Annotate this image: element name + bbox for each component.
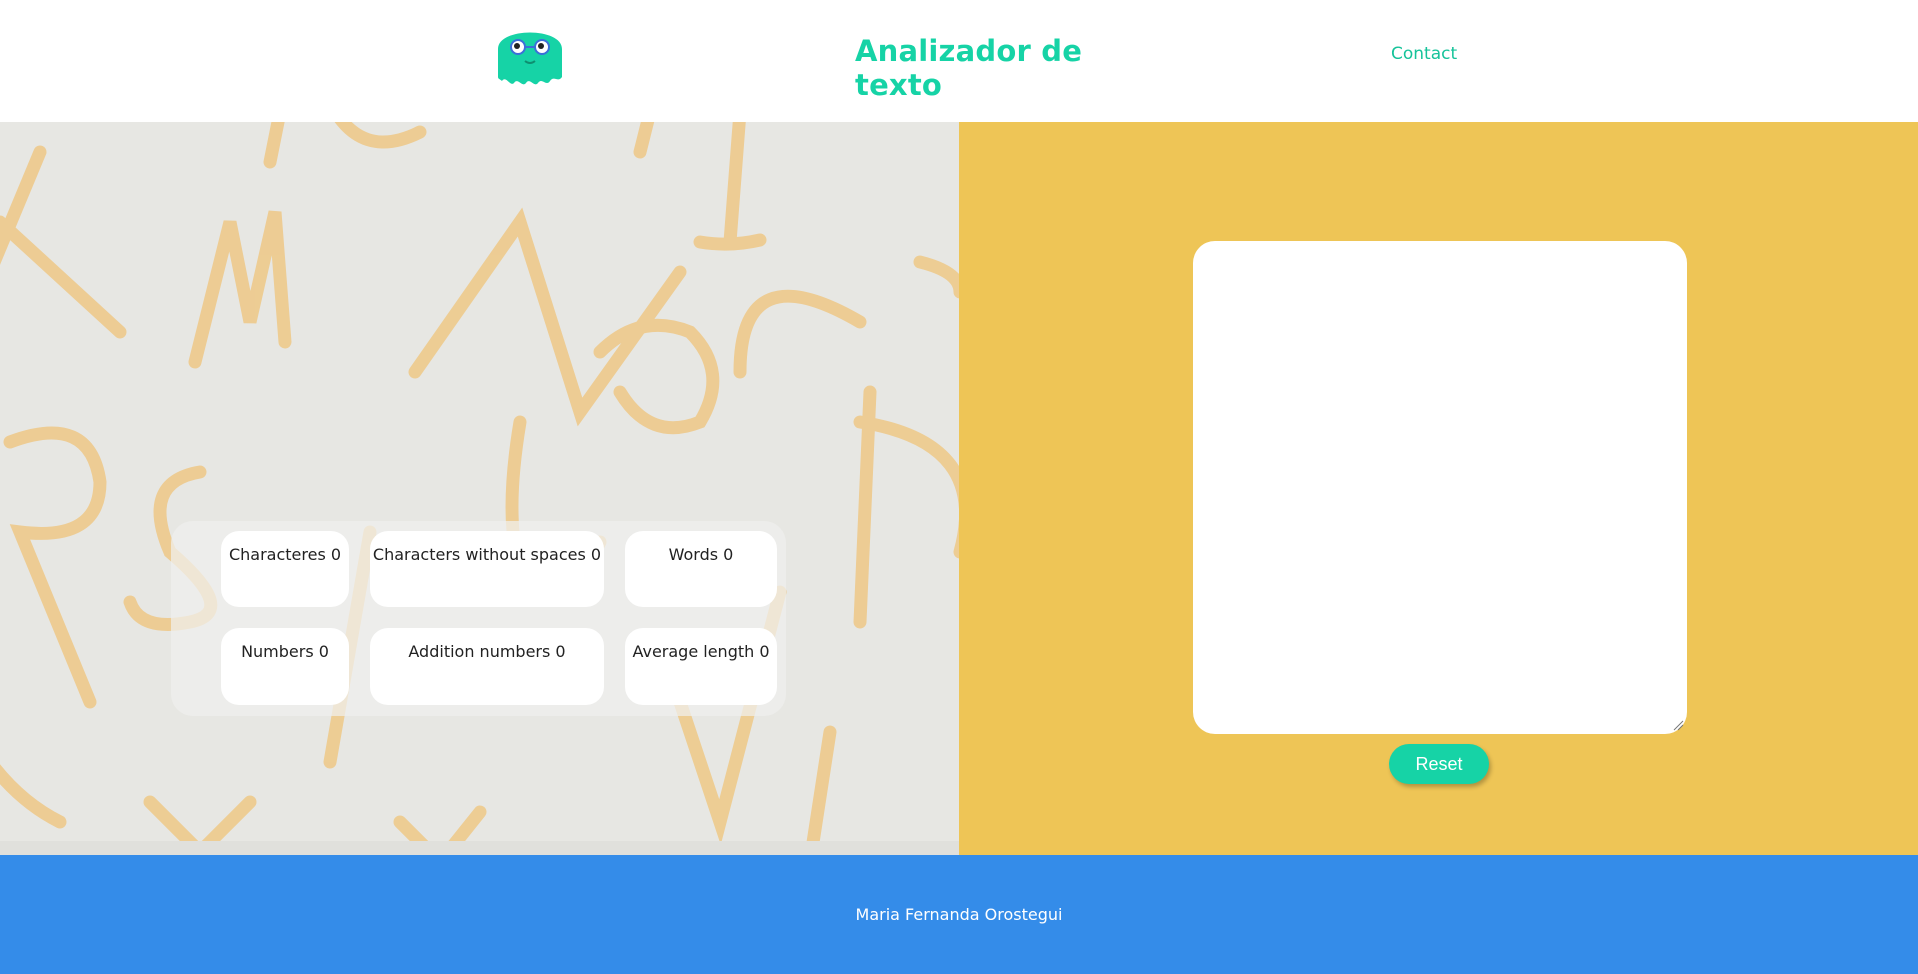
stats-panel: Characteres 0 Characters without spaces … <box>0 122 959 841</box>
footer: Maria Fernanda Orostegui <box>0 855 1918 974</box>
decorative-letters-background <box>0 122 959 841</box>
header: Analizador de texto Contact <box>0 0 1918 122</box>
stat-characters-without-spaces: Characters without spaces 0 <box>370 531 604 607</box>
stat-addition-numbers-label: Addition numbers 0 <box>408 642 566 661</box>
stat-words: Words 0 <box>625 531 777 607</box>
resize-grip-icon[interactable] <box>1672 719 1684 731</box>
stat-words-label: Words 0 <box>668 545 734 564</box>
app-title: Analizador de texto <box>855 34 1083 102</box>
stat-average-length: Average length 0 <box>625 628 777 705</box>
nav-contact-link[interactable]: Contact <box>1391 44 1457 64</box>
reset-button[interactable]: Reset <box>1389 744 1489 784</box>
text-input[interactable] <box>1193 241 1687 734</box>
stats-container: Characteres 0 Characters without spaces … <box>171 521 786 716</box>
stat-characters-without-spaces-label: Characters without spaces 0 <box>372 545 602 564</box>
stat-numbers-label: Numbers 0 <box>241 642 329 661</box>
logo-mascot-icon <box>498 32 562 85</box>
stat-characters: Characteres 0 <box>221 531 349 607</box>
footer-author: Maria Fernanda Orostegui <box>855 905 1063 924</box>
stat-average-length-label: Average length 0 <box>632 642 770 661</box>
editor-panel: Reset <box>959 122 1918 855</box>
stat-characters-label: Characteres 0 <box>228 545 342 564</box>
stat-addition-numbers: Addition numbers 0 <box>370 628 604 705</box>
stat-numbers: Numbers 0 <box>221 628 349 705</box>
left-panel-bottom-strip <box>0 841 959 855</box>
